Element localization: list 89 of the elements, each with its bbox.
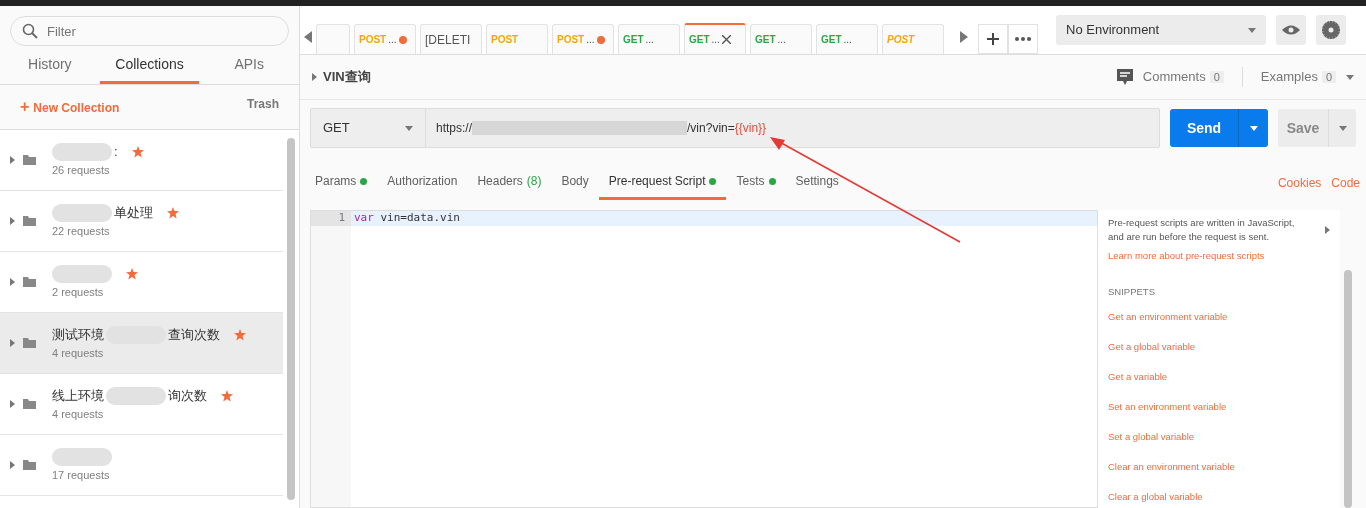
collection-item[interactable]: 线上环境 询次数 4 requests (0, 374, 283, 435)
environment-select[interactable]: No Environment (1056, 15, 1266, 45)
blurred-text (52, 203, 112, 222)
snippets-heading: SNIPPETS (1108, 284, 1156, 299)
request-tab[interactable]: POST ... (552, 24, 614, 54)
blurred-text (52, 447, 112, 466)
scroll-left-icon[interactable] (304, 31, 312, 43)
comments-button[interactable]: Comments 0 (1142, 67, 1224, 87)
comment-icon[interactable] (1116, 69, 1133, 85)
scroll-right-icon[interactable] (960, 31, 968, 43)
folder-icon (23, 460, 36, 470)
request-tab[interactable]: Params (305, 164, 378, 200)
caret-icon (1249, 126, 1258, 132)
help-text: Pre-request scripts are written in JavaScript, and are run before the request is sent. (1108, 216, 1296, 245)
snippet-link[interactable]: Set an environment variable (1108, 399, 1330, 414)
collection-name: 询次数 (168, 387, 207, 405)
request-tab[interactable]: Headers (8) (467, 164, 552, 200)
learn-more-link[interactable]: Learn more about pre-request scripts (1108, 248, 1330, 263)
folder-icon (23, 399, 36, 409)
request-count: 4 requests (52, 406, 105, 422)
expand-arrow-icon (10, 156, 15, 164)
collection-name: 线上环境 (52, 387, 104, 405)
request-tab[interactable]: GET ... (684, 23, 746, 54)
blurred-text (52, 264, 112, 283)
collection-item[interactable]: 17 requests (0, 435, 283, 496)
expand-arrow-icon (10, 278, 15, 286)
request-count: 26 requests (52, 162, 111, 178)
search-icon (22, 23, 38, 39)
scrollbar[interactable] (287, 138, 295, 500)
collection-name: : (114, 143, 118, 161)
request-count: 2 requests (52, 284, 105, 300)
collection-item[interactable]: 单处理 22 requests (0, 191, 283, 252)
send-dropdown-button[interactable] (1238, 109, 1268, 147)
collapse-arrow-icon[interactable] (1325, 226, 1330, 234)
folder-icon (23, 155, 36, 165)
plus-icon (987, 33, 999, 45)
expand-arrow-icon (10, 217, 15, 225)
request-tab[interactable]: Body (551, 164, 599, 200)
snippet-link[interactable]: Get a variable (1108, 369, 1330, 384)
examples-button[interactable]: Examples 0 (1260, 67, 1336, 87)
request-count: 22 requests (52, 223, 111, 239)
request-count: 4 requests (52, 345, 105, 361)
request-name: VIN查询 (323, 68, 371, 87)
more-icon[interactable] (1008, 24, 1038, 54)
caret-icon (1248, 27, 1256, 33)
code-editor[interactable]: 1 var vin=data.vin (310, 210, 1098, 508)
trash-link[interactable]: Trash (247, 95, 279, 119)
request-tab[interactable]: POST ... (354, 24, 416, 54)
request-tab[interactable]: [DELETI (420, 24, 482, 54)
request-tab[interactable]: Tests (726, 164, 786, 200)
caret-icon (1338, 126, 1347, 132)
new-tab-button[interactable] (978, 24, 1008, 54)
expand-arrow-icon (10, 339, 15, 347)
collection-item[interactable]: : 26 requests (0, 130, 283, 191)
sidebar-tab[interactable]: History (0, 46, 100, 84)
snippet-link[interactable]: Get an environment variable (1108, 309, 1330, 324)
collection-name: 查询次数 (168, 326, 220, 344)
expand-arrow-icon (10, 400, 15, 408)
snippet-link[interactable]: Get a global variable (1108, 339, 1330, 354)
request-tab[interactable]: Settings (785, 164, 849, 200)
request-tab[interactable]: Authorization (377, 164, 468, 200)
request-tab[interactable]: GET ... (750, 24, 812, 54)
close-icon[interactable] (721, 35, 731, 44)
request-count: 17 requests (52, 467, 111, 483)
snippet-link[interactable]: Clear an environment variable (1108, 459, 1330, 474)
folder-icon (23, 216, 36, 226)
collection-name: 单处理 (114, 204, 153, 222)
blurred-text (106, 386, 166, 405)
collection-item[interactable]: 测试环境 查询次数 4 requests (0, 313, 283, 374)
eye-icon[interactable] (1276, 15, 1306, 45)
blurred-text (52, 142, 112, 161)
snippet-link[interactable]: Clear a global variable (1108, 489, 1330, 504)
folder-icon (23, 338, 36, 348)
caret-icon (1346, 74, 1354, 80)
request-tab[interactable]: GET ... (618, 24, 680, 54)
expand-arrow-icon (312, 73, 317, 81)
send-button[interactable]: Send (1170, 109, 1238, 147)
scrollbar[interactable] (1344, 270, 1352, 508)
settings-icon[interactable] (1316, 15, 1346, 45)
sidebar-tab[interactable]: Collections (99, 46, 200, 84)
request-tab[interactable]: Pre-request Script (598, 164, 727, 200)
sidebar-tab[interactable]: APIs (199, 46, 299, 84)
line-number: 1 (311, 211, 351, 226)
snippet-link[interactable]: Set a global variable (1108, 429, 1330, 444)
collection-name: 测试环境 (52, 326, 104, 344)
request-tab[interactable]: GET ... (816, 24, 878, 54)
expand-arrow-icon (10, 461, 15, 469)
folder-icon (23, 277, 36, 287)
filter-field[interactable]: Filter (10, 16, 289, 46)
